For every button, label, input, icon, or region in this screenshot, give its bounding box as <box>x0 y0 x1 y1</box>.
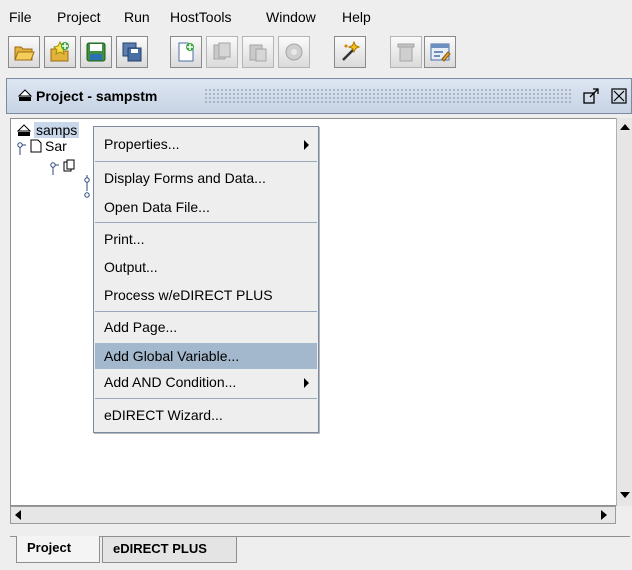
copy-page-icon <box>213 42 231 60</box>
tab-edirect-plus[interactable]: eDIRECT PLUS <box>102 537 237 563</box>
scroll-right-arrow[interactable] <box>601 510 607 520</box>
scroll-up-arrow[interactable] <box>620 124 630 130</box>
menu-item-process-edirect[interactable]: Process w/eDIRECT PLUS <box>95 283 317 307</box>
submenu-arrow-icon <box>304 378 309 388</box>
paste-page-button[interactable] <box>242 36 274 68</box>
copy-page-button[interactable] <box>206 36 238 68</box>
menu-window[interactable]: Window <box>266 9 316 25</box>
menu-item-display-forms[interactable]: Display Forms and Data... <box>95 166 317 190</box>
close-icon[interactable] <box>611 88 627 104</box>
menu-item-add-and-condition[interactable]: Add AND Condition... <box>95 370 317 394</box>
open-folder-icon <box>14 46 35 61</box>
menu-separator <box>95 398 317 399</box>
menu-item-print[interactable]: Print... <box>95 227 317 251</box>
panel-grip <box>204 88 571 104</box>
new-page-icon <box>178 42 194 62</box>
project-node-icon <box>17 124 31 136</box>
save-all-icon <box>122 42 142 62</box>
save-all-button[interactable] <box>116 36 148 68</box>
paste-page-icon <box>249 44 267 62</box>
pages-icon <box>63 159 75 172</box>
menu-item-add-page[interactable]: Add Page... <box>95 315 317 339</box>
run-button[interactable] <box>278 36 310 68</box>
menu-item-properties[interactable]: Properties... <box>95 132 317 156</box>
float-window-icon[interactable] <box>583 88 599 104</box>
run-icon <box>285 43 303 61</box>
horizontal-scrollbar[interactable] <box>10 506 616 524</box>
tab-project[interactable]: Project <box>16 536 100 563</box>
panel-title-bar[interactable]: Project - sampstm <box>6 78 632 114</box>
open-folder-button[interactable] <box>8 36 40 68</box>
scroll-down-arrow[interactable] <box>620 492 630 498</box>
new-project-button[interactable] <box>44 36 76 68</box>
save-icon <box>86 42 106 62</box>
new-project-icon <box>50 41 69 62</box>
submenu-arrow-icon <box>304 140 309 150</box>
menu-separator <box>95 222 317 223</box>
menu-file[interactable]: File <box>9 9 32 25</box>
menu-bar: File Project Run HostTools Window Help <box>0 0 632 30</box>
panel-title: Project - sampstm <box>36 88 158 104</box>
project-icon <box>18 89 32 101</box>
menu-item-add-global-variable[interactable]: Add Global Variable... <box>95 343 317 369</box>
panel-tabs: Project eDIRECT PLUS <box>10 536 630 565</box>
new-page-button[interactable] <box>170 36 202 68</box>
menu-help[interactable]: Help <box>342 9 371 25</box>
menu-item-edirect-wizard[interactable]: eDIRECT Wizard... <box>95 403 317 427</box>
wizard-icon <box>342 41 361 61</box>
menu-item-output[interactable]: Output... <box>95 255 317 279</box>
menu-project[interactable]: Project <box>57 9 101 25</box>
context-menu: Properties... Display Forms and Data... … <box>93 126 319 433</box>
menu-run[interactable]: Run <box>124 9 150 25</box>
document-icon <box>30 139 42 153</box>
scroll-left-arrow[interactable] <box>15 510 21 520</box>
menu-item-label: Add AND Condition... <box>104 374 237 390</box>
vertical-scrollbar[interactable] <box>616 118 632 506</box>
menu-item-open-data-file[interactable]: Open Data File... <box>95 195 317 219</box>
properties-button[interactable] <box>424 36 456 68</box>
menu-separator <box>95 161 317 162</box>
wizard-button[interactable] <box>334 36 366 68</box>
menu-item-label: Properties... <box>104 136 180 152</box>
toolbar <box>0 30 632 74</box>
properties-icon <box>430 43 451 62</box>
tree-root-label[interactable]: samps <box>34 122 80 138</box>
menu-separator <box>95 311 317 312</box>
menu-hosttools[interactable]: HostTools <box>170 9 231 25</box>
save-button[interactable] <box>80 36 112 68</box>
delete-icon <box>397 43 415 62</box>
tree-child-label[interactable]: Sar <box>45 138 67 154</box>
delete-button[interactable] <box>390 36 422 68</box>
